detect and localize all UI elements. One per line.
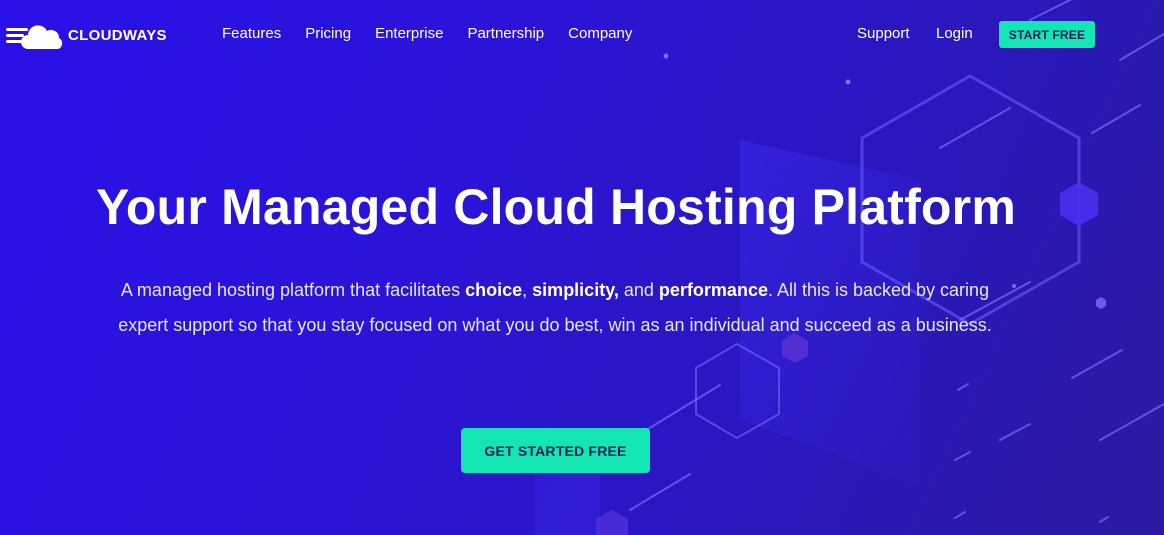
nav-enterprise[interactable]: Enterprise: [375, 25, 443, 42]
cloud-icon: [6, 25, 63, 49]
top-navigation: CLOUDWAYS Features Pricing Enterprise Pa…: [0, 0, 1164, 70]
logo[interactable]: CLOUDWAYS: [6, 19, 167, 51]
subtitle-sep-2: and: [618, 280, 659, 300]
nav-company[interactable]: Company: [568, 25, 632, 42]
nav-features[interactable]: Features: [222, 25, 281, 42]
subtitle-text-1: A managed hosting platform that facilita…: [120, 280, 466, 300]
hero-title: Your Managed Cloud Hosting Platform: [96, 179, 1016, 235]
subtitle-simplicity: simplicity,: [532, 280, 619, 300]
hero-subtitle: A managed hosting platform that facilita…: [100, 273, 1010, 343]
nav-pricing[interactable]: Pricing: [305, 25, 351, 42]
main-menu: Features Pricing Enterprise Partnership …: [222, 25, 656, 42]
support-link[interactable]: Support: [857, 25, 910, 42]
login-link[interactable]: Login: [936, 25, 973, 42]
subtitle-performance: performance: [658, 280, 768, 300]
subtitle-choice: choice: [465, 280, 523, 300]
brand-name: CLOUDWAYS: [68, 26, 167, 44]
subtitle-sep-1: ,: [522, 280, 533, 300]
start-free-button[interactable]: START FREE: [999, 21, 1095, 48]
get-started-free-button[interactable]: GET STARTED FREE: [461, 428, 650, 473]
nav-partnership[interactable]: Partnership: [467, 25, 544, 42]
